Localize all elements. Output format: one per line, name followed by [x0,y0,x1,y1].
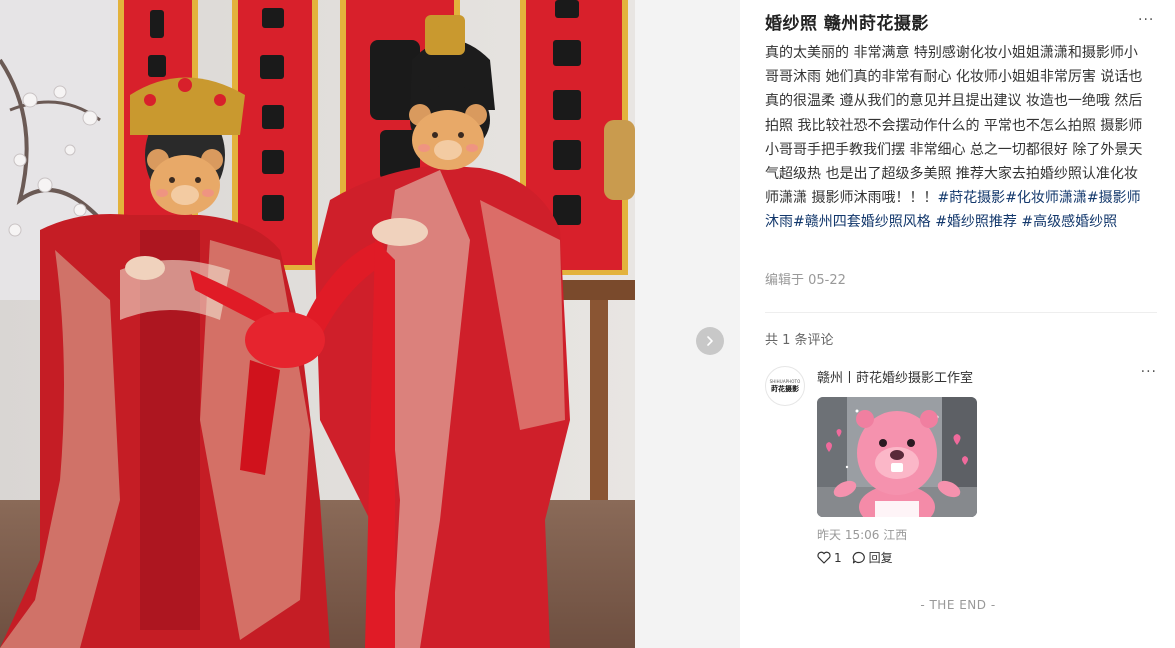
post-more-button[interactable]: ··· [1138,12,1154,28]
comment-count: 共 1 条评论 [765,333,834,348]
avatar-brand-text: 莳花摄影 [771,384,799,393]
reply-label: 回复 [868,551,893,565]
tag-ganzhou-four-styles[interactable]: #赣州四套婚纱照风格 [793,214,931,230]
tag-wedding-photo-recommend[interactable]: #婚纱照推荐 [935,214,1017,230]
heart-icon [817,551,831,564]
comment-more-button[interactable]: ··· [1141,364,1157,380]
the-end-marker: - THE END - [920,598,996,612]
media-pane [0,0,740,648]
comment-sticker-image[interactable] [817,397,977,517]
post-body: 真的太美丽的 非常满意 特别感谢化妆小姐姐潇潇和摄影师小哥哥沐雨 她们真的非常有… [765,41,1150,235]
like-count: 1 [834,550,842,565]
post-photo[interactable] [0,0,635,648]
tag-premium-wedding-photo[interactable]: #高级感婚纱照 [1021,214,1117,230]
tag-makeup-artist-xiaoxiao[interactable]: #化妆师潇潇 [1005,190,1087,206]
next-image-button[interactable] [696,327,724,355]
post-title: 婚纱照 赣州莳花摄影 [765,14,929,34]
chevron-right-icon [707,336,713,346]
post-content-pane: 婚纱照 赣州莳花摄影 真的太美丽的 非常满意 特别感谢化妆小姐姐潇潇和摄影师小哥… [741,0,1175,648]
like-button[interactable]: 1 [817,551,842,565]
divider [765,312,1157,313]
comment-time: 昨天 15:06 [817,528,880,542]
avatar[interactable]: SHIHUAPHOTO 莳花摄影 [765,366,805,406]
pink-beaver-sticker-icon [817,397,977,517]
tag-shihua-photo[interactable]: #莳花摄影 [937,190,1005,206]
comment-author[interactable]: 赣州丨莳花婚纱摄影工作室 [817,367,973,386]
reply-button[interactable]: 回复 [852,549,893,566]
comment-meta: 昨天 15:06 江西 [817,526,907,543]
comment-location: 江西 [883,528,908,542]
post-body-text: 真的太美丽的 非常满意 特别感谢化妆小姐姐潇潇和摄影师小哥哥沐雨 她们真的非常有… [765,45,1143,207]
edited-date: 编辑于 05-22 [765,273,846,288]
wedding-couple-photo [0,0,635,648]
comment-actions: 1 回复 [817,549,893,566]
speech-bubble-icon [852,551,865,564]
